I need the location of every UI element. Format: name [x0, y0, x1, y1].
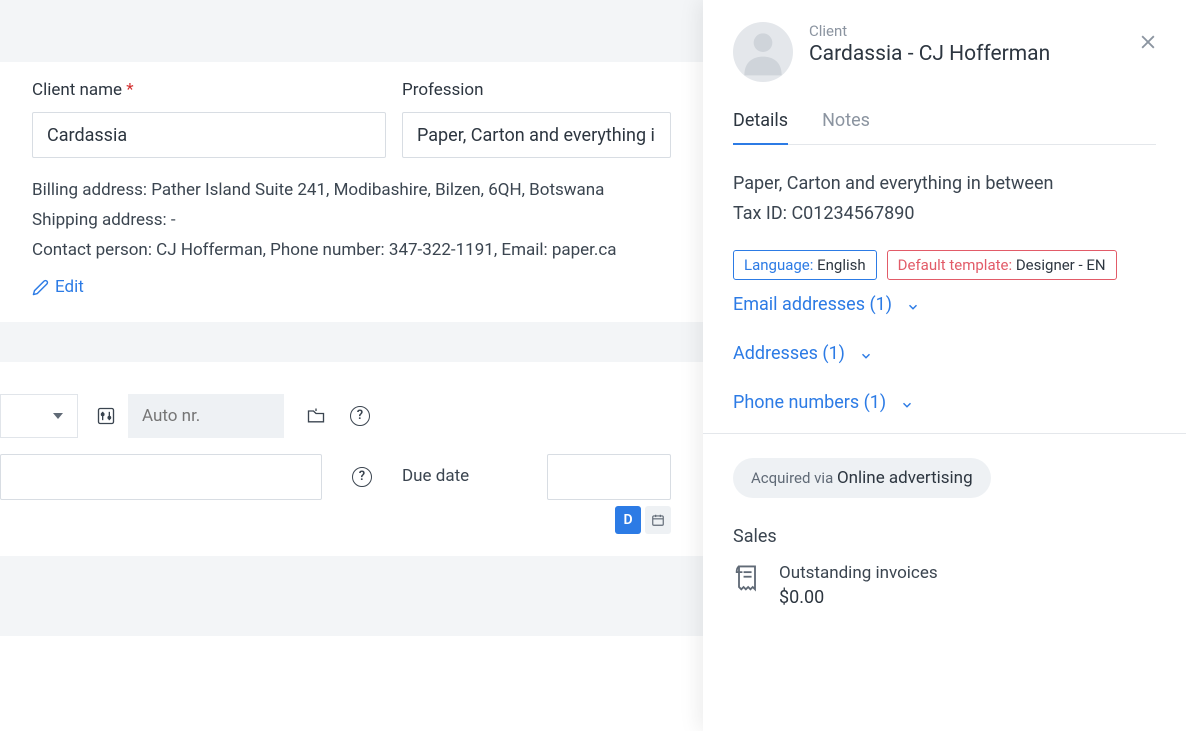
contact-value: CJ Hofferman, [156, 240, 266, 260]
outstanding-invoices-item: Outstanding invoices $0.00 [733, 563, 1156, 608]
tab-notes[interactable]: Notes [822, 110, 870, 145]
header-text: Client Cardassia - CJ Hofferman [809, 22, 1050, 66]
expand-emails[interactable]: Email addresses (1) [733, 280, 1156, 329]
main-content: Client name * Profession Billing address… [0, 0, 703, 731]
date-left-group [0, 454, 322, 500]
edit-label: Edit [55, 277, 84, 297]
profession-field: Profession [402, 80, 671, 158]
client-name-title: Cardassia - CJ Hofferman [809, 42, 1050, 66]
template-chip-value: Designer - EN [1016, 256, 1106, 274]
language-chip-value: English [817, 256, 866, 274]
expand-phones[interactable]: Phone numbers (1) [733, 378, 1156, 427]
edit-button[interactable]: Edit [32, 277, 84, 297]
help-button-1[interactable]: ? [338, 394, 382, 438]
section-divider [703, 433, 1186, 434]
outstanding-text: Outstanding invoices $0.00 [779, 563, 938, 608]
shipping-value: - [171, 210, 176, 230]
tax-prefix: Tax ID: [733, 203, 791, 224]
date-from-input[interactable] [0, 454, 322, 500]
phone-value: 347-322-1191, [389, 240, 497, 260]
chevron-down-icon [859, 347, 873, 361]
profession-label: Profession [402, 80, 671, 100]
billing-prefix: Billing address: [32, 180, 151, 200]
tab-details[interactable]: Details [733, 110, 788, 145]
panel-description: Paper, Carton and everything in between … [733, 169, 1156, 228]
outstanding-label: Outstanding invoices [779, 563, 938, 583]
help-icon: ? [350, 406, 370, 426]
expand-addresses[interactable]: Addresses (1) [733, 329, 1156, 378]
expand-phones-label: Phone numbers (1) [733, 392, 886, 413]
acquired-key: Acquired via [751, 469, 837, 487]
outstanding-value: $0.00 [779, 587, 938, 608]
sliders-icon [96, 406, 116, 426]
invoice-icon [733, 563, 761, 595]
tax-line: Tax ID: C01234567890 [733, 199, 1156, 229]
client-form-card: Client name * Profession Billing address… [0, 62, 703, 322]
contact-prefix: Contact person: [32, 240, 156, 260]
client-name-label-text: Client name [32, 80, 122, 100]
expand-addresses-label: Addresses (1) [733, 343, 845, 364]
gap-top [0, 0, 703, 62]
folder-icon-button[interactable] [294, 394, 338, 438]
acquired-via-pill: Acquired via Online advertising [733, 458, 991, 498]
sales-heading: Sales [733, 526, 1156, 547]
template-chip-key: Default template: [898, 256, 1016, 274]
profession-input[interactable] [402, 112, 671, 158]
client-role-label: Client [809, 22, 1050, 40]
date-right-group: D [547, 454, 671, 534]
dropdown-button[interactable] [0, 394, 78, 438]
billing-value: Pather Island Suite 241, Modibashire, Bi… [151, 180, 604, 200]
billing-line: Billing address: Pather Island Suite 241… [32, 176, 671, 206]
tax-value: C01234567890 [791, 203, 914, 224]
chips-row: Language: English Default template: Desi… [733, 250, 1156, 280]
required-asterisk: * [126, 80, 133, 100]
close-icon [1138, 32, 1158, 52]
email-prefix: Email: [497, 240, 552, 260]
close-button[interactable] [1138, 30, 1158, 58]
client-name-input[interactable] [32, 112, 386, 158]
help-button-2[interactable]: ? [340, 454, 384, 500]
chevron-down-icon [906, 298, 920, 312]
toolbar-row: ? [0, 378, 671, 438]
panel-header: Client Cardassia - CJ Hofferman [733, 22, 1156, 82]
contact-line: Contact person: CJ Hofferman, Phone numb… [32, 236, 671, 266]
gap-middle [0, 322, 703, 362]
client-name-label: Client name * [32, 80, 386, 100]
client-name-field: Client name * [32, 80, 386, 158]
language-chip[interactable]: Language: English [733, 250, 877, 280]
shipping-line: Shipping address: - [32, 206, 671, 236]
due-date-label: Due date [402, 454, 469, 486]
template-chip[interactable]: Default template: Designer - EN [887, 250, 1117, 280]
phone-prefix: Phone number: [266, 240, 389, 260]
help-icon: ? [352, 467, 372, 487]
chevron-down-icon [53, 413, 63, 419]
language-chip-key: Language: [744, 256, 817, 274]
email-value: paper.ca [552, 240, 617, 260]
due-date-input[interactable] [547, 454, 671, 500]
date-row: ? Due date D [0, 438, 671, 534]
chevron-down-icon [900, 396, 914, 410]
toggle-days[interactable]: D [615, 506, 641, 534]
shipping-prefix: Shipping address: [32, 210, 171, 230]
person-icon [735, 24, 791, 80]
client-details-panel: Client Cardassia - CJ Hofferman Details … [703, 0, 1186, 731]
panel-tabs: Details Notes [733, 110, 1156, 145]
form-row: Client name * Profession [32, 80, 671, 158]
gap-bottom [0, 556, 703, 636]
expand-emails-label: Email addresses (1) [733, 294, 892, 315]
pencil-icon [32, 279, 49, 296]
folder-icon [306, 407, 326, 425]
auto-number-input[interactable] [128, 394, 284, 438]
calendar-icon [651, 513, 665, 527]
profession-text: Paper, Carton and everything in between [733, 169, 1156, 199]
date-toggle-group: D [547, 506, 671, 534]
settings-icon-button[interactable] [84, 394, 128, 438]
invoice-settings-card: ? ? Due date D [0, 362, 703, 556]
toggle-calendar[interactable] [645, 506, 671, 534]
avatar [733, 22, 793, 82]
acquired-value: Online advertising [837, 468, 973, 488]
